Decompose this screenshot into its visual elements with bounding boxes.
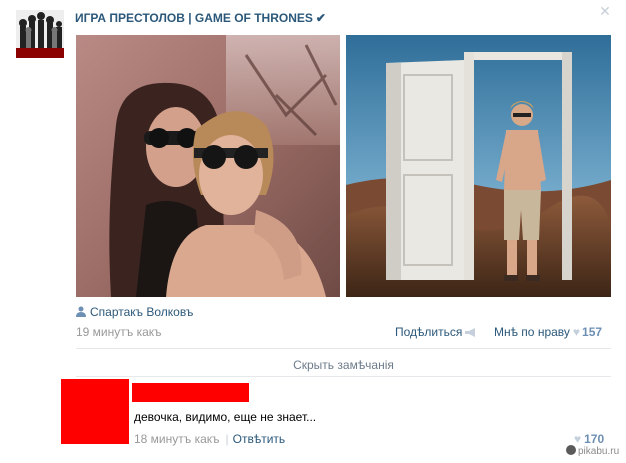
post-time[interactable]: 19 минутъ какъ bbox=[76, 325, 162, 339]
divider bbox=[76, 376, 611, 377]
comment-text: девочка, видимо, еще не знает... bbox=[134, 410, 317, 424]
comment-like-button[interactable]: ♥ 170 bbox=[574, 432, 604, 446]
post-photo-2[interactable] bbox=[346, 35, 611, 297]
pikabu-logo-icon bbox=[566, 445, 576, 455]
heart-icon: ♥ bbox=[574, 432, 582, 446]
post-photo-1[interactable] bbox=[76, 35, 340, 297]
comment-time[interactable]: 18 минутъ какъ bbox=[134, 432, 220, 446]
divider bbox=[76, 348, 611, 349]
group-title[interactable]: ИГРА ПРЕСТОЛОВ | GAME OF THRONES ✔ bbox=[75, 11, 326, 25]
author-link[interactable]: Спартакъ Волковъ bbox=[76, 305, 193, 319]
comment-like-count: 170 bbox=[584, 432, 605, 446]
user-icon bbox=[76, 306, 86, 317]
like-label: Мнѣ по нраву bbox=[494, 325, 570, 339]
share-label: Подѣлиться bbox=[395, 325, 463, 339]
comment-meta: 18 минутъ какъ | Отвѣтить bbox=[134, 432, 285, 446]
chess-pieces-image bbox=[16, 10, 64, 58]
watermark-text: pikabu.ru bbox=[578, 446, 620, 457]
author-name[interactable]: Спартакъ Волковъ bbox=[90, 305, 193, 319]
heart-icon: ♥ bbox=[572, 325, 581, 339]
group-title-text[interactable]: ИГРА ПРЕСТОЛОВ | GAME OF THRONES bbox=[75, 11, 313, 25]
group-avatar[interactable] bbox=[16, 10, 64, 58]
comment-avatar-censored[interactable] bbox=[61, 379, 129, 444]
reply-link[interactable]: Отвѣтить bbox=[233, 432, 286, 446]
close-icon[interactable]: ✕ bbox=[598, 4, 612, 18]
comment-author-censored[interactable] bbox=[132, 383, 249, 402]
verified-icon: ✔ bbox=[315, 11, 326, 25]
comment-separator: | bbox=[225, 432, 229, 446]
pikabu-watermark: pikabu.ru bbox=[566, 445, 619, 457]
like-button[interactable]: Мнѣ по нраву ♥ 157 bbox=[494, 325, 602, 339]
share-button[interactable]: Подѣлиться bbox=[395, 325, 477, 339]
door-desert-photo bbox=[346, 35, 611, 297]
hide-comments-link[interactable]: Скрыть замѣчанія bbox=[76, 358, 611, 372]
megaphone-icon bbox=[465, 328, 476, 337]
like-count: 157 bbox=[582, 325, 603, 339]
couple-photo bbox=[76, 35, 340, 297]
